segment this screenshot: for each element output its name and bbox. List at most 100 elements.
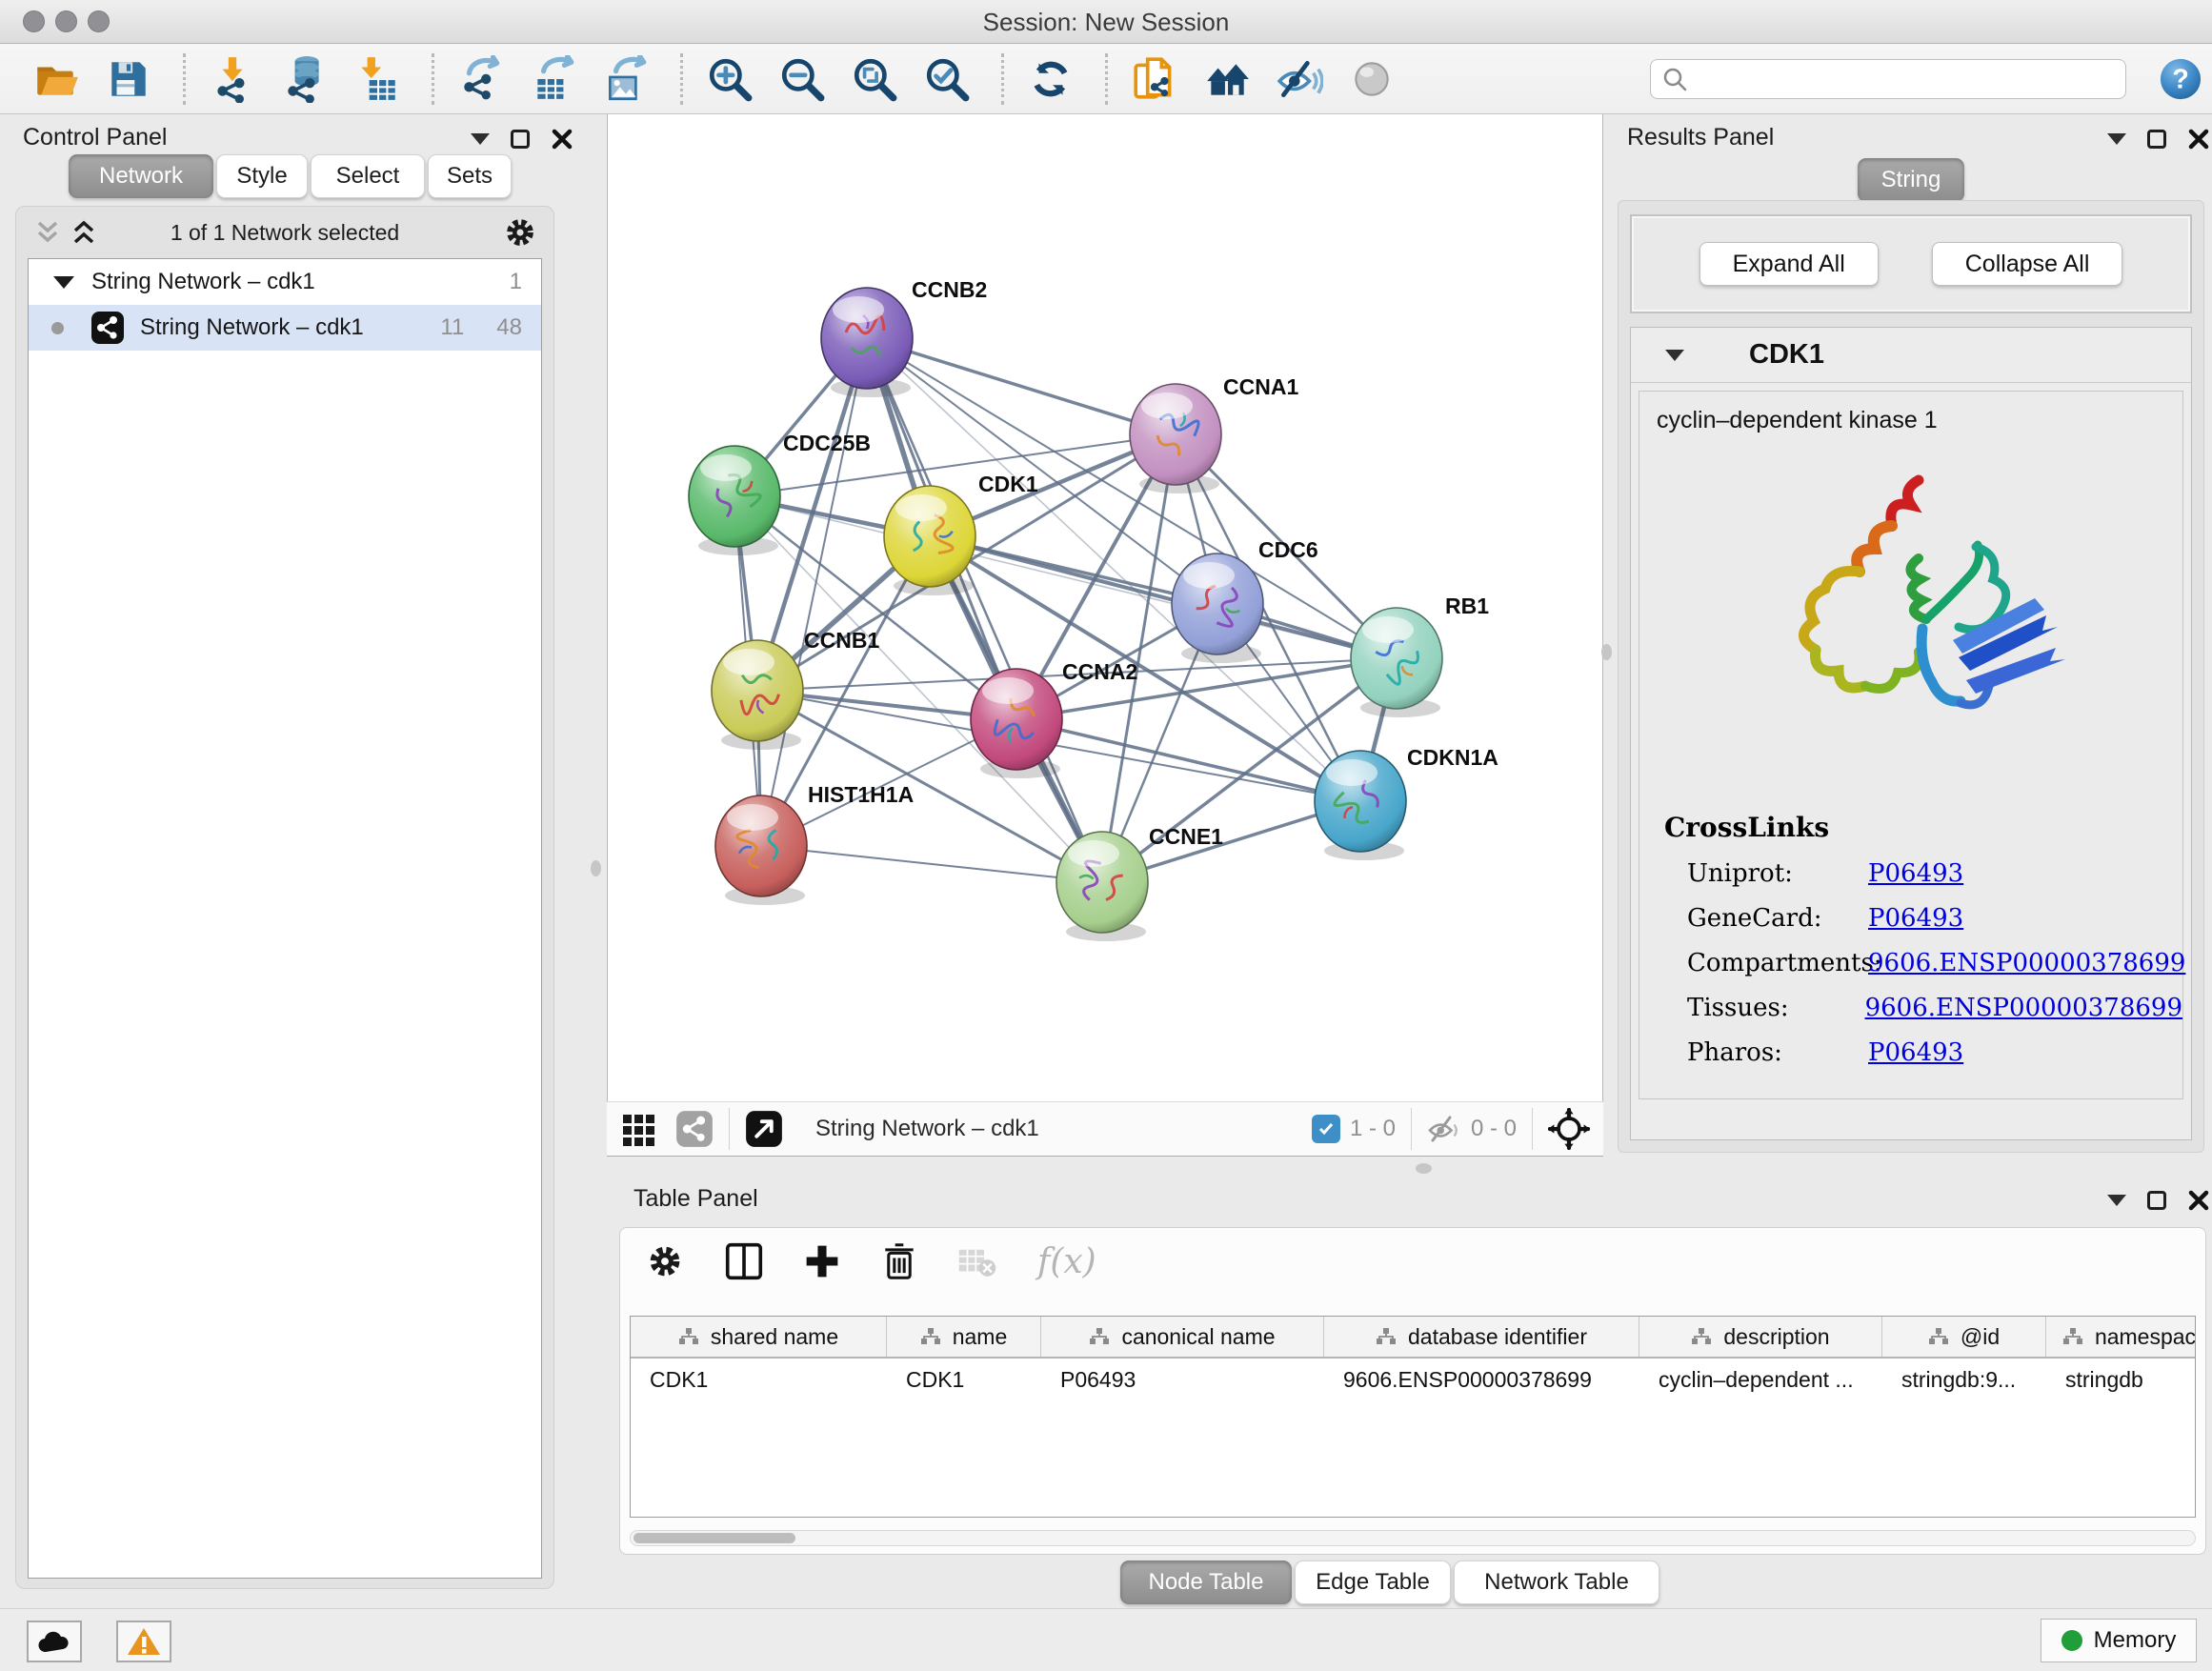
export-image-button[interactable] (602, 55, 650, 103)
search-input[interactable] (1689, 66, 2099, 92)
open-in-window-icon[interactable] (745, 1110, 783, 1148)
network-node-CDC6[interactable]: CDC6 (1172, 537, 1318, 663)
crosslink-link[interactable]: P06493 (1868, 1038, 1963, 1067)
import-database-button[interactable] (281, 55, 329, 103)
detail-orb-button[interactable] (1348, 55, 1396, 103)
toggle-visibility-button[interactable] (1276, 55, 1323, 103)
crosslink-link[interactable]: 9606.ENSP00000378699 (1868, 949, 2185, 977)
crosslink-link[interactable]: P06493 (1868, 904, 1963, 933)
horizontal-splitter-handle[interactable] (1416, 1163, 1432, 1174)
column-header-description[interactable]: description (1639, 1317, 1882, 1357)
memory-button[interactable]: Memory (2041, 1619, 2197, 1662)
float-panel-icon[interactable] (2147, 1191, 2166, 1210)
table-cell[interactable]: 9606.ENSP00000378699 (1324, 1359, 1639, 1400)
clone-network-button[interactable] (1131, 55, 1178, 103)
close-panel-icon[interactable] (2187, 128, 2210, 151)
column-header--id[interactable]: @id (1882, 1317, 2046, 1357)
right-splitter-handle[interactable] (1601, 644, 1612, 660)
save-session-button[interactable] (105, 55, 152, 103)
network-options-gear-icon[interactable] (502, 214, 538, 251)
tab-sets[interactable]: Sets (428, 154, 512, 198)
selected-nodes-checkbox[interactable] (1312, 1115, 1340, 1143)
tab-style[interactable]: Style (216, 154, 308, 198)
crosslink-link[interactable]: 9606.ENSP00000378699 (1865, 994, 2182, 1022)
gene-section-header[interactable]: CDK1 (1631, 328, 2191, 383)
zoom-fit-button[interactable] (851, 55, 898, 103)
collection-caret-icon[interactable] (53, 276, 74, 289)
refresh-button[interactable] (1027, 55, 1075, 103)
expand-all-button[interactable]: Expand All (1699, 242, 1879, 286)
zoom-out-button[interactable] (778, 55, 826, 103)
open-session-button[interactable] (32, 55, 80, 103)
float-panel-icon[interactable] (2147, 130, 2166, 149)
table-cell[interactable]: P06493 (1041, 1359, 1324, 1400)
network-node-CCNB1[interactable]: CCNB1 (712, 628, 879, 750)
export-network-button[interactable] (457, 55, 505, 103)
network-edge[interactable] (867, 338, 1176, 434)
float-panel-icon[interactable] (511, 130, 530, 149)
fit-selection-crosshair-icon[interactable] (1548, 1108, 1590, 1150)
grid-view-icon[interactable] (620, 1110, 658, 1148)
tab-network-table[interactable]: Network Table (1454, 1560, 1659, 1604)
network-edge[interactable] (761, 846, 1102, 882)
network-node-CCNB2[interactable]: CCNB2 (821, 277, 987, 397)
network-collection-row[interactable]: String Network – cdk1 1 (29, 259, 541, 305)
close-panel-icon[interactable] (2187, 1189, 2210, 1212)
tab-network[interactable]: Network (69, 154, 213, 198)
table-cell[interactable]: CDK1 (631, 1359, 887, 1400)
panel-menu-icon[interactable] (2107, 1195, 2126, 1206)
help-button[interactable]: ? (2159, 57, 2202, 101)
cloud-status-button[interactable] (27, 1621, 82, 1662)
tab-node-table[interactable]: Node Table (1120, 1560, 1292, 1604)
add-column-icon[interactable] (803, 1242, 841, 1280)
network-view-panel[interactable]: CCNB2CCNA1CDC25BCDK1CDC6RB1CCNB1CCNA2CDK… (607, 114, 1603, 1101)
network-node-CDKN1A[interactable]: CDKN1A (1315, 745, 1498, 860)
warning-status-button[interactable] (116, 1621, 171, 1662)
delete-column-icon[interactable] (881, 1241, 917, 1281)
table-cell[interactable]: CDK1 (887, 1359, 1041, 1400)
network-edge[interactable] (930, 536, 1397, 658)
network-node-CDC25B[interactable]: CDC25B (689, 431, 871, 555)
table-settings-gear-icon[interactable] (645, 1241, 685, 1281)
network-canvas[interactable]: CCNB2CCNA1CDC25BCDK1CDC6RB1CCNB1CCNA2CDK… (608, 129, 1604, 1100)
birdseye-share-icon[interactable] (675, 1110, 714, 1148)
column-header-name[interactable]: name (887, 1317, 1041, 1357)
table-cell[interactable]: stringdb (2046, 1359, 2196, 1400)
crosslink-link[interactable]: P06493 (1868, 859, 1963, 888)
network-node-RB1[interactable]: RB1 (1351, 594, 1489, 717)
network-node-CCNE1[interactable]: CCNE1 (1056, 824, 1223, 941)
table-cell[interactable]: stringdb:9... (1882, 1359, 2046, 1400)
zoom-in-button[interactable] (706, 55, 754, 103)
column-header-database-identifier[interactable]: database identifier (1324, 1317, 1639, 1357)
panel-menu-icon[interactable] (471, 133, 490, 145)
gene-caret-icon[interactable] (1665, 350, 1684, 361)
table-hscrollbar[interactable] (630, 1530, 2196, 1546)
network-edge[interactable] (761, 338, 867, 846)
import-table-button[interactable] (353, 55, 401, 103)
home-button[interactable] (1203, 55, 1251, 103)
table-row[interactable]: CDK1CDK1P064939606.ENSP00000378699cyclin… (631, 1359, 2195, 1400)
table-cell[interactable]: cyclin–dependent ... (1639, 1359, 1882, 1400)
hidden-elements-icon[interactable] (1427, 1112, 1461, 1146)
import-network-button[interactable] (209, 55, 256, 103)
export-table-button[interactable] (530, 55, 577, 103)
tab-string[interactable]: String (1858, 158, 1964, 202)
column-header-namespac[interactable]: namespac (2046, 1317, 2196, 1357)
network-node-CCNA2[interactable]: CCNA2 (971, 659, 1137, 778)
tab-edge-table[interactable]: Edge Table (1295, 1560, 1451, 1604)
zoom-selected-button[interactable] (923, 55, 971, 103)
table-hscrollbar-thumb[interactable] (633, 1533, 795, 1543)
left-splitter-handle[interactable] (591, 860, 601, 876)
tab-select[interactable]: Select (311, 154, 425, 198)
network-row[interactable]: String Network – cdk1 11 48 (29, 305, 541, 351)
panel-menu-icon[interactable] (2107, 133, 2126, 145)
network-node-HIST1H1A[interactable]: HIST1H1A (715, 782, 914, 905)
column-header-canonical-name[interactable]: canonical name (1041, 1317, 1324, 1357)
function-builder-icon[interactable]: f(x) (1037, 1242, 1096, 1281)
close-panel-icon[interactable] (551, 128, 573, 151)
collapse-all-button[interactable]: Collapse All (1932, 242, 2123, 286)
delete-table-icon[interactable] (957, 1244, 997, 1278)
column-header-shared-name[interactable]: shared name (631, 1317, 887, 1357)
show-columns-icon[interactable] (725, 1241, 763, 1281)
search-box[interactable] (1650, 59, 2126, 99)
